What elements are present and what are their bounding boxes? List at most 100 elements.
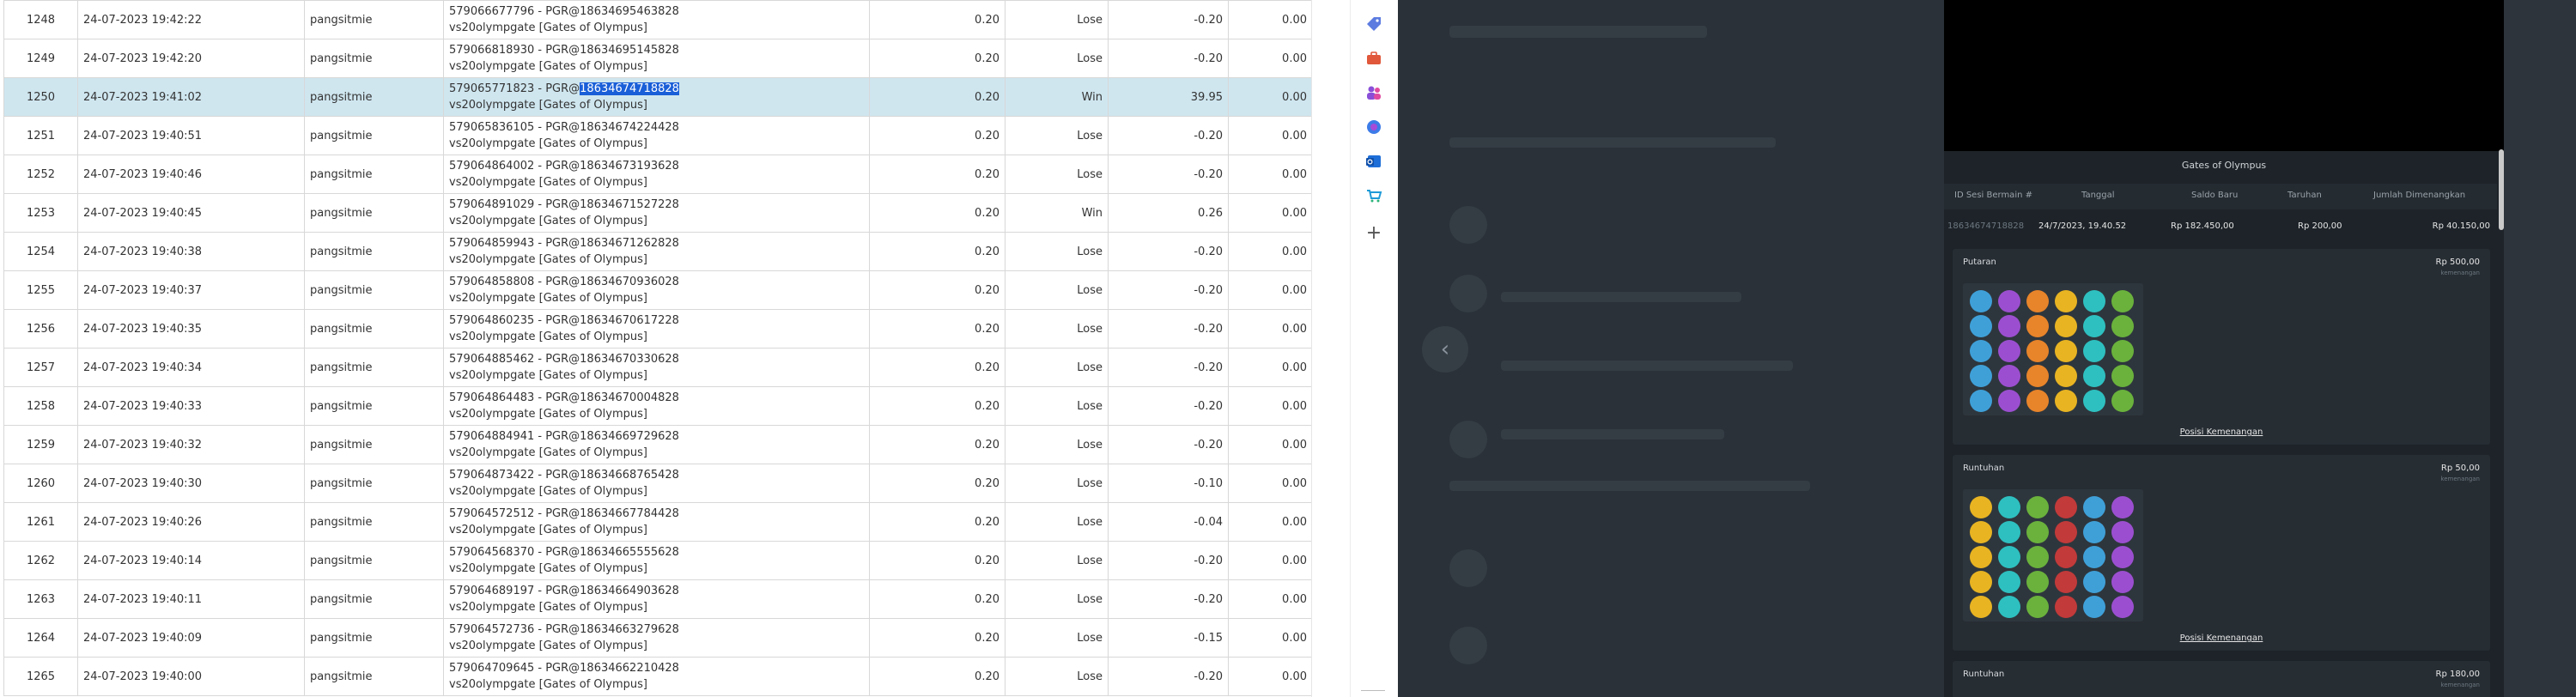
table-row[interactable]: 1254 24-07-2023 19:40:38 pangsitmie 5790648… bbox=[3, 232, 1312, 271]
row-number: 1262 bbox=[3, 541, 78, 580]
tumble-panel-2: Runtuhan Rp 180,00 kemenangan bbox=[1953, 661, 2490, 697]
row-bet: 0.20 bbox=[869, 618, 1005, 658]
slot-symbol-icon bbox=[1998, 496, 2020, 518]
briefcase-icon[interactable] bbox=[1363, 47, 1385, 70]
bet-history-table-pane: 1248 24-07-2023 19:42:22 pangsitmie 5790666… bbox=[0, 0, 1312, 697]
row-win-loss: -0.04 bbox=[1108, 502, 1229, 542]
row-transaction-id[interactable]: 579064858808 - PGR@18634670936028 vs20oly… bbox=[443, 270, 870, 310]
slot-symbol-icon bbox=[2111, 571, 2134, 593]
row-transaction-id[interactable]: 579064891029 - PGR@18634671527228 vs20oly… bbox=[443, 193, 870, 233]
table-row[interactable]: 1262 24-07-2023 19:40:14 pangsitmie 5790645… bbox=[3, 541, 1312, 580]
header-amount-won: Jumlah Dimenangkan bbox=[2373, 191, 2466, 200]
row-win-loss: -0.20 bbox=[1108, 232, 1229, 271]
row-transaction-id[interactable]: 579064572512 - PGR@18634667784428 vs20oly… bbox=[443, 502, 870, 542]
row-transaction-id[interactable]: 579066818930 - PGR@18634695145828 vs20oly… bbox=[443, 39, 870, 78]
slot-symbol-icon bbox=[2026, 496, 2049, 518]
row-bet: 0.20 bbox=[869, 386, 1005, 426]
table-row[interactable]: 1253 24-07-2023 19:40:45 pangsitmie 5790648… bbox=[3, 193, 1312, 233]
table-row[interactable]: 1264 24-07-2023 19:40:09 pangsitmie 5790645… bbox=[3, 618, 1312, 658]
row-date: 24-07-2023 19:40:30 bbox=[77, 464, 305, 503]
row-transaction-id[interactable]: 579064864002 - PGR@18634673193628 vs20oly… bbox=[443, 155, 870, 194]
row-transaction-id[interactable]: 579064873422 - PGR@18634668765428 vs20oly… bbox=[443, 464, 870, 503]
slot-symbol-icon bbox=[2026, 521, 2049, 543]
row-bet: 0.20 bbox=[869, 0, 1005, 39]
row-date: 24-07-2023 19:40:14 bbox=[77, 541, 305, 580]
slot-symbol-icon bbox=[1970, 365, 1992, 387]
panel-sub: kemenangan bbox=[2440, 270, 2480, 276]
row-transaction-id[interactable]: 579064859943 - PGR@18634671262828 vs20oly… bbox=[443, 232, 870, 271]
table-row[interactable]: 1260 24-07-2023 19:40:30 pangsitmie 5790648… bbox=[3, 464, 1312, 503]
outlook-icon[interactable] bbox=[1363, 150, 1385, 173]
row-win-loss: -0.10 bbox=[1108, 464, 1229, 503]
copilot-icon[interactable] bbox=[1363, 116, 1385, 138]
row-number: 1261 bbox=[3, 502, 78, 542]
row-transaction-id[interactable]: 579064572736 - PGR@18634663279628 vs20oly… bbox=[443, 618, 870, 658]
row-status: Lose bbox=[1005, 464, 1109, 503]
row-jackpot: 0.00 bbox=[1228, 155, 1312, 194]
table-row[interactable]: 1250 24-07-2023 19:41:02 pangsitmie 5790657… bbox=[3, 77, 1312, 117]
modal-backdrop-right[interactable] bbox=[2504, 0, 2576, 697]
table-row[interactable]: 1255 24-07-2023 19:40:37 pangsitmie 5790648… bbox=[3, 270, 1312, 310]
row-transaction-id[interactable]: 579064860235 - PGR@18634670617228 vs20oly… bbox=[443, 309, 870, 348]
row-win-loss: -0.20 bbox=[1108, 116, 1229, 155]
back-arrow-button[interactable]: ‹ bbox=[1422, 326, 1468, 373]
row-transaction-id[interactable]: 579064884941 - PGR@18634669729628 vs20oly… bbox=[443, 425, 870, 464]
row-status: Lose bbox=[1005, 0, 1109, 39]
row-date: 24-07-2023 19:40:34 bbox=[77, 348, 305, 387]
table-row[interactable]: 1251 24-07-2023 19:40:51 pangsitmie 5790658… bbox=[3, 116, 1312, 155]
panel-amount: Rp 500,00 bbox=[2435, 258, 2480, 267]
summary-date: 24/7/2023, 19.40.52 bbox=[2038, 221, 2127, 231]
table-row[interactable]: 1261 24-07-2023 19:40:26 pangsitmie 5790645… bbox=[3, 502, 1312, 542]
table-row[interactable]: 1252 24-07-2023 19:40:46 pangsitmie 5790648… bbox=[3, 155, 1312, 194]
slot-symbol-icon bbox=[2055, 315, 2077, 337]
table-row[interactable]: 1256 24-07-2023 19:40:35 pangsitmie 5790648… bbox=[3, 309, 1312, 348]
table-row[interactable]: 1249 24-07-2023 19:42:20 pangsitmie 5790668… bbox=[3, 39, 1312, 78]
slot-symbol-icon bbox=[2111, 290, 2134, 312]
row-date: 24-07-2023 19:40:32 bbox=[77, 425, 305, 464]
row-win-loss: -0.20 bbox=[1108, 386, 1229, 426]
win-position-link[interactable]: Posisi Kemenangan bbox=[1953, 633, 2490, 643]
row-bet: 0.20 bbox=[869, 541, 1005, 580]
row-transaction-id[interactable]: 579066677796 - PGR@18634695463828 vs20oly… bbox=[443, 0, 870, 39]
table-scrollbar-track[interactable] bbox=[1311, 0, 1349, 697]
row-date: 24-07-2023 19:40:26 bbox=[77, 502, 305, 542]
row-number: 1257 bbox=[3, 348, 78, 387]
row-jackpot: 0.00 bbox=[1228, 618, 1312, 658]
row-transaction-id[interactable]: 579064568370 - PGR@18634665555628 vs20oly… bbox=[443, 541, 870, 580]
row-username: pangsitmie bbox=[304, 579, 444, 619]
table-row[interactable]: 1257 24-07-2023 19:40:34 pangsitmie 5790648… bbox=[3, 348, 1312, 387]
slot-symbol-icon bbox=[2055, 596, 2077, 618]
row-jackpot: 0.00 bbox=[1228, 502, 1312, 542]
table-row[interactable]: 1263 24-07-2023 19:40:11 pangsitmie 5790646… bbox=[3, 579, 1312, 619]
row-transaction-id[interactable]: 579064885462 - PGR@18634670330628 vs20oly… bbox=[443, 348, 870, 387]
row-username: pangsitmie bbox=[304, 502, 444, 542]
row-transaction-id[interactable]: 579065836105 - PGR@18634674224428 vs20oly… bbox=[443, 116, 870, 155]
people-icon[interactable] bbox=[1363, 82, 1385, 104]
row-transaction-id[interactable]: 579064864483 - PGR@18634670004828 vs20oly… bbox=[443, 386, 870, 426]
slot-symbol-icon bbox=[2083, 315, 2105, 337]
panel-title: Runtuhan bbox=[1963, 464, 2005, 473]
tag-icon[interactable] bbox=[1363, 13, 1385, 35]
slot-symbol-icon bbox=[2111, 496, 2134, 518]
row-transaction-id[interactable]: 579065771823 - PGR@18634674718828 vs20oly… bbox=[443, 77, 870, 117]
header-date: Tanggal bbox=[2081, 191, 2115, 200]
slot-symbol-icon bbox=[2026, 290, 2049, 312]
row-win-loss: -0.20 bbox=[1108, 155, 1229, 194]
row-date: 24-07-2023 19:40:33 bbox=[77, 386, 305, 426]
row-transaction-id[interactable]: 579064689197 - PGR@18634664903628 vs20oly… bbox=[443, 579, 870, 619]
slot-symbol-icon bbox=[1970, 571, 1992, 593]
row-number: 1264 bbox=[3, 618, 78, 658]
row-jackpot: 0.00 bbox=[1228, 39, 1312, 78]
table-row[interactable]: 1258 24-07-2023 19:40:33 pangsitmie 5790648… bbox=[3, 386, 1312, 426]
plus-icon[interactable]: + bbox=[1363, 221, 1385, 244]
row-transaction-id[interactable]: 579064709645 - PGR@18634662210428 vs20oly… bbox=[443, 657, 870, 696]
table-row[interactable]: 1265 24-07-2023 19:40:00 pangsitmie 5790647… bbox=[3, 657, 1312, 696]
slot-symbol-icon bbox=[1970, 596, 1992, 618]
table-row[interactable]: 1248 24-07-2023 19:42:22 pangsitmie 5790666… bbox=[3, 0, 1312, 39]
row-win-loss: -0.20 bbox=[1108, 0, 1229, 39]
row-jackpot: 0.00 bbox=[1228, 232, 1312, 271]
table-row[interactable]: 1259 24-07-2023 19:40:32 pangsitmie 5790648… bbox=[3, 425, 1312, 464]
slot-symbol-icon bbox=[2026, 365, 2049, 387]
win-position-link[interactable]: Posisi Kemenangan bbox=[1953, 427, 2490, 437]
shopping-icon[interactable] bbox=[1363, 185, 1385, 207]
